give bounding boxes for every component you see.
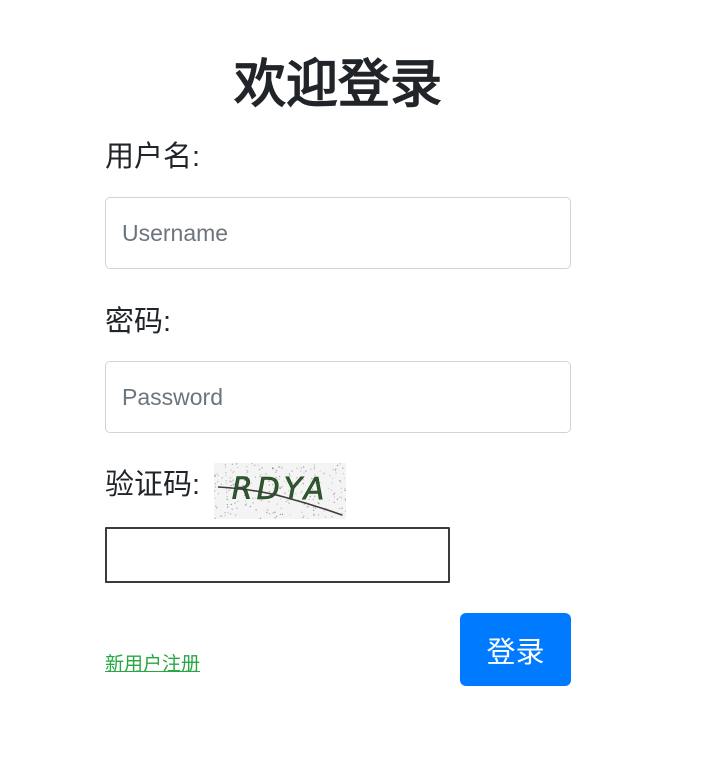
username-label: 用户名:: [105, 141, 201, 173]
captcha-input[interactable]: [105, 527, 450, 583]
login-page: 欢迎登录 用户名: 密码: 验证码: RDYA 新用户注册 登录: [0, 0, 720, 774]
username-input[interactable]: [105, 197, 571, 269]
register-link[interactable]: 新用户注册: [105, 649, 200, 676]
password-input[interactable]: [105, 361, 571, 433]
captcha-label: 验证码:: [105, 469, 201, 501]
page-title: 欢迎登录: [233, 56, 442, 114]
captcha-image[interactable]: RDYA: [214, 463, 346, 519]
login-button[interactable]: 登录: [460, 613, 571, 686]
password-label: 密码:: [105, 306, 172, 338]
